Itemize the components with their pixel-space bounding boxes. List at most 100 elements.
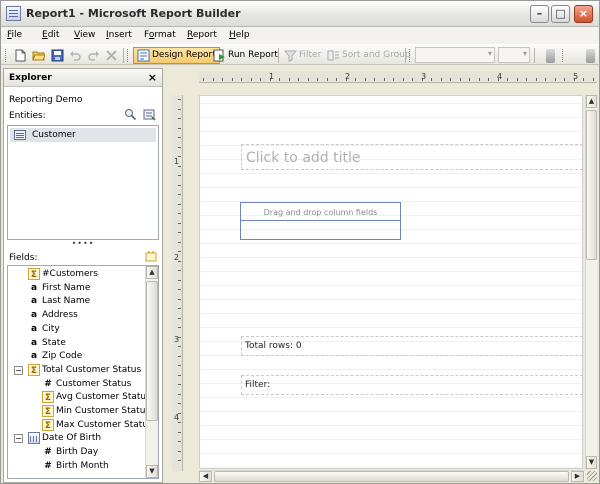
filter-description-box[interactable]: Filter: <box>241 375 583 395</box>
number-field-icon: # <box>44 460 52 471</box>
ruler-number: 3 <box>174 335 180 344</box>
new-report-icon[interactable] <box>14 49 27 62</box>
design-report-button[interactable]: Design Report <box>133 47 220 64</box>
run-report-icon <box>213 49 225 62</box>
ruler-tick <box>307 78 309 81</box>
toolbar-grip[interactable] <box>127 49 130 62</box>
menu-report[interactable]: Report <box>187 30 217 40</box>
font-name-combo[interactable] <box>415 47 495 63</box>
ruler-tick <box>336 78 337 81</box>
canvas-horizontal-scrollbar[interactable]: ◀ ▶ <box>199 470 585 482</box>
new-field-icon[interactable] <box>145 250 157 262</box>
report-builder-window: Report1 - Microsoft Report Builder – □ ×… <box>0 0 600 484</box>
menu-format[interactable]: Format <box>144 30 176 40</box>
ruler-tick <box>178 327 181 328</box>
filter-description-text: Filter: <box>245 380 271 390</box>
ruler-tick <box>364 78 366 81</box>
menu-help[interactable]: Help <box>229 30 250 40</box>
redo-icon[interactable] <box>87 49 100 62</box>
delete-icon[interactable] <box>105 49 118 62</box>
close-button[interactable]: × <box>574 5 593 23</box>
pane-splitter[interactable]: •••• <box>4 240 162 248</box>
expander-toggle[interactable]: − <box>14 365 23 375</box>
scroll-right-arrow[interactable]: ▶ <box>571 471 584 482</box>
ruler-tick <box>178 384 181 385</box>
ruler-number: 3 <box>421 72 427 81</box>
report-title-box[interactable]: Click to add title <box>241 144 583 170</box>
ruler-tick <box>383 78 385 81</box>
fields-scrollbar[interactable]: ▲ ▼ <box>145 266 158 478</box>
ruler-tick <box>440 78 442 81</box>
maximize-button[interactable]: □ <box>551 5 570 23</box>
undo-icon[interactable] <box>69 49 82 62</box>
run-report-label: Run Report <box>228 50 278 60</box>
toolbar-overflow-button[interactable] <box>586 49 595 63</box>
entity-item-customer[interactable]: Customer <box>10 128 156 142</box>
aggregate-field-icon: Σ <box>42 405 54 417</box>
table-drop-zone[interactable]: Drag and drop column fields <box>241 203 400 221</box>
scroll-down-arrow[interactable]: ▼ <box>586 456 597 469</box>
toolbar-separator <box>405 48 406 63</box>
ruler-tick <box>535 78 537 81</box>
explorer-close-button[interactable]: × <box>148 71 157 84</box>
toolbar-overflow-button[interactable] <box>546 49 555 63</box>
scroll-up-arrow[interactable]: ▲ <box>146 266 158 279</box>
ruler-tick <box>450 78 451 81</box>
canvas-vertical-scrollbar[interactable]: ▲ ▼ <box>585 95 597 469</box>
ruler-number: 4 <box>174 413 180 422</box>
explorer-header: Explorer × <box>4 69 162 87</box>
scroll-up-arrow[interactable]: ▲ <box>586 95 597 108</box>
toolbar-grip[interactable] <box>5 49 8 62</box>
minimize-button[interactable]: – <box>530 5 549 23</box>
total-rows-box[interactable]: Total rows: 0 <box>241 336 583 356</box>
field-label: Zip Code <box>42 351 83 362</box>
ruler-tick <box>288 78 290 81</box>
font-size-combo[interactable] <box>498 47 530 63</box>
ruler-tick <box>178 298 181 300</box>
fields-list[interactable]: # Birth Month # Birth Day Date Of Birth Σ Max … <box>7 265 159 479</box>
menu-file[interactable]: File <box>7 30 22 40</box>
search-icon[interactable] <box>124 108 137 121</box>
field-label: Avg Customer Status <box>56 392 151 403</box>
menu-edit[interactable]: Edit <box>42 30 59 40</box>
field-label: Min Customer Status <box>56 406 151 416</box>
entity-icon <box>14 130 26 140</box>
menu-insert[interactable]: Insert <box>106 30 132 40</box>
toolbar-grip[interactable] <box>562 49 565 62</box>
open-folder-icon[interactable] <box>32 49 45 62</box>
model-name: Reporting Demo <box>9 95 83 105</box>
ruler-tick <box>178 184 181 186</box>
menu-view[interactable]: View <box>74 30 95 40</box>
report-table[interactable]: Drag and drop column fields <box>240 202 401 240</box>
filter-label: Filter <box>299 50 322 60</box>
resize-grip[interactable] <box>587 471 597 481</box>
scroll-thumb[interactable] <box>146 281 158 421</box>
save-icon[interactable] <box>51 49 64 62</box>
filter-button[interactable]: Filter <box>280 47 325 64</box>
ruler-tick <box>459 78 461 81</box>
field-label: City <box>42 323 60 334</box>
total-rows-text: Total rows: 0 <box>245 341 302 351</box>
scroll-left-arrow[interactable]: ◀ <box>199 471 212 482</box>
scroll-thumb[interactable] <box>214 471 569 482</box>
entities-list[interactable]: Customer <box>7 125 159 240</box>
field-label: First Name <box>42 282 91 293</box>
run-report-button[interactable]: Run Report <box>209 47 282 64</box>
field-label: Max Customer Status <box>56 419 153 430</box>
entity-browser-icon[interactable] <box>143 108 156 121</box>
date-field-icon <box>28 432 40 445</box>
scroll-thumb[interactable] <box>586 110 597 260</box>
text-field-icon: a <box>30 310 38 321</box>
ruler-tick <box>178 431 181 433</box>
expander-toggle[interactable]: − <box>14 434 23 444</box>
ruler-tick <box>250 78 252 81</box>
ruler-tick <box>564 78 565 81</box>
vertical-ruler: 1 2 3 4 <box>172 95 183 471</box>
ruler-tick <box>178 203 181 205</box>
toolbar-grip[interactable] <box>409 49 412 62</box>
scroll-down-arrow[interactable]: ▼ <box>146 465 158 478</box>
report-canvas[interactable]: Click to add title Drag and drop column … <box>199 95 583 469</box>
ruler-tick <box>178 365 181 366</box>
text-field-icon: a <box>30 296 38 307</box>
sort-and-group-button[interactable]: Sort and Group <box>323 47 415 64</box>
